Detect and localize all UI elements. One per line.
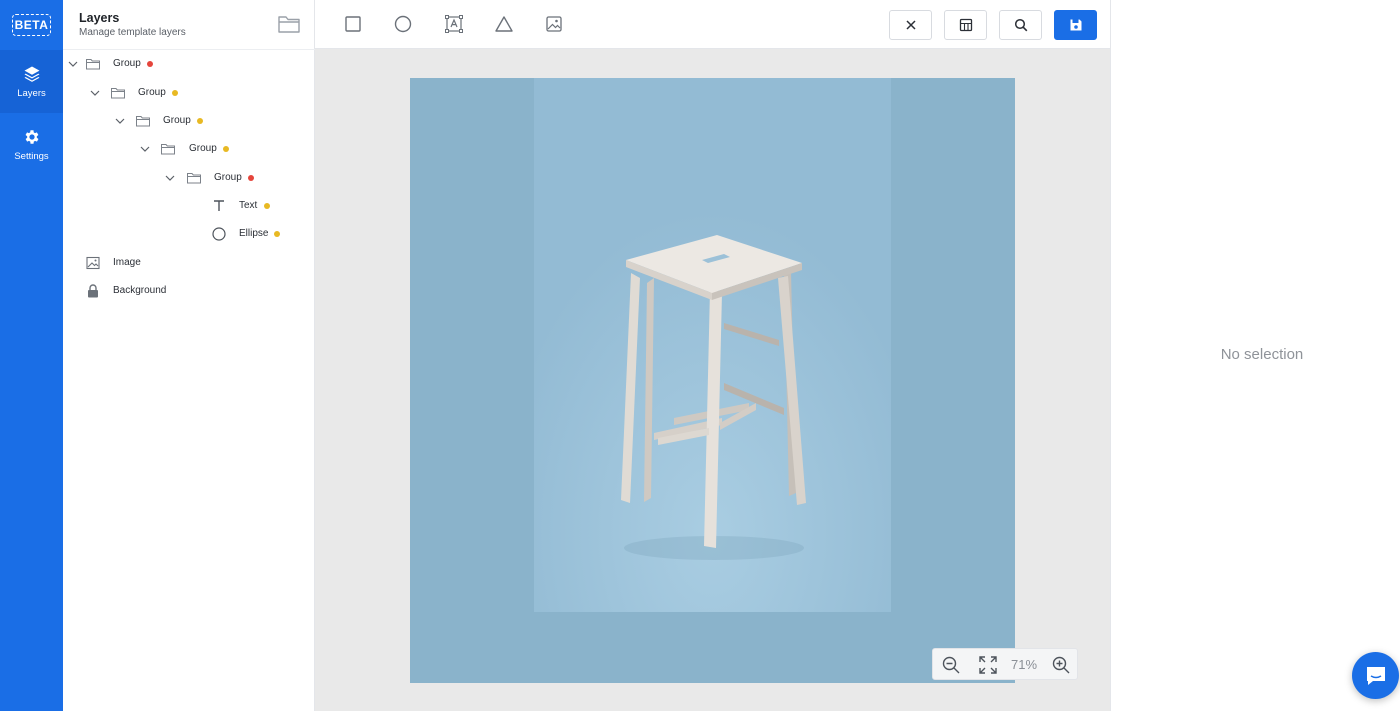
chevron-down-icon[interactable] <box>139 143 151 155</box>
folder-icon <box>161 144 175 155</box>
layer-status-dot <box>274 231 280 237</box>
ellipse-icon <box>212 227 226 241</box>
close-button[interactable] <box>889 10 932 40</box>
chevron-down-icon[interactable] <box>67 58 79 70</box>
stool-photo[interactable] <box>534 78 891 612</box>
layer-status-dot <box>223 146 229 152</box>
zoom-controls: 71% <box>932 648 1078 680</box>
layer-status-dot <box>147 61 153 67</box>
rectangle-tool[interactable] <box>341 12 365 36</box>
open-folder-icon[interactable] <box>277 13 301 35</box>
layer-status-dot <box>172 90 178 96</box>
search-button[interactable] <box>999 10 1042 40</box>
image-icon <box>86 256 100 270</box>
close-icon <box>905 20 916 30</box>
save-icon <box>1070 19 1081 31</box>
folder-icon <box>86 59 100 70</box>
nav-item-layers[interactable]: Layers <box>0 50 63 113</box>
layer-name: Background <box>113 285 167 296</box>
triangle-tool-icon <box>495 16 513 32</box>
layer-row-image[interactable]: Image <box>63 249 315 277</box>
image-tool-icon <box>546 16 562 32</box>
layer-name: Image <box>113 257 141 268</box>
chevron-down-icon[interactable] <box>164 172 176 184</box>
artboard[interactable] <box>410 78 1015 683</box>
ellipse-tool[interactable] <box>391 12 415 36</box>
layer-row-group[interactable]: Group <box>63 79 315 107</box>
layer-row-group[interactable]: Group <box>63 164 315 192</box>
table-icon <box>959 18 972 32</box>
layer-name: Ellipse <box>239 228 269 239</box>
zoom-out-icon[interactable] <box>941 655 961 675</box>
canvas-toolbar <box>315 0 1110 49</box>
folder-icon <box>136 116 150 127</box>
no-selection-message: No selection <box>1220 346 1304 363</box>
layer-row-group[interactable]: Group <box>63 107 315 135</box>
zoom-level: 71% <box>1011 657 1038 672</box>
layer-name: Group <box>189 143 217 154</box>
panel-title: Layers <box>79 11 120 25</box>
layers-panel: Layers Manage template layers Group Grou… <box>63 0 315 711</box>
properties-panel: No selection <box>1110 0 1400 711</box>
layer-name: Group <box>214 172 242 183</box>
chevron-down-icon[interactable] <box>114 115 126 127</box>
stool-illustration <box>534 78 891 612</box>
layer-status-dot <box>264 203 270 209</box>
layer-name: Group <box>113 58 141 69</box>
layer-name: Group <box>163 115 191 126</box>
layer-row-group[interactable]: Group <box>63 50 315 78</box>
layer-status-dot <box>248 175 254 181</box>
folder-icon <box>187 173 201 184</box>
layer-row-ellipse[interactable]: Ellipse <box>63 220 315 248</box>
lock-icon <box>88 284 98 298</box>
layer-name: Group <box>138 87 166 98</box>
chat-launcher-button[interactable] <box>1352 652 1399 699</box>
nav-item-label: Layers <box>17 87 46 99</box>
layer-row-background[interactable]: Background <box>63 277 315 305</box>
ellipse-tool-icon <box>394 15 412 33</box>
layers-icon <box>24 66 39 82</box>
left-rail: BETA Layers Settings <box>0 0 63 711</box>
triangle-tool[interactable] <box>492 12 516 36</box>
table-button[interactable] <box>944 10 987 40</box>
beta-badge: BETA <box>12 14 51 36</box>
nav-item-settings[interactable]: Settings <box>0 113 63 176</box>
save-button[interactable] <box>1054 10 1097 40</box>
canvas-area: 71% <box>315 0 1110 711</box>
panel-subtitle: Manage template layers <box>79 27 186 38</box>
rectangle-tool-icon <box>345 16 361 32</box>
layers-panel-header: Layers Manage template layers <box>63 0 315 50</box>
text-icon <box>214 200 224 211</box>
gear-icon <box>25 129 38 144</box>
zoom-in-icon[interactable] <box>1051 655 1071 675</box>
layer-name: Text <box>239 200 258 211</box>
search-icon <box>1014 18 1027 32</box>
fit-screen-icon[interactable] <box>978 655 998 675</box>
chat-icon <box>1366 666 1385 685</box>
text-tool-icon <box>445 15 463 33</box>
image-tool[interactable] <box>542 12 566 36</box>
nav-item-label: Settings <box>14 150 49 162</box>
layer-row-text[interactable]: Text <box>63 192 315 220</box>
text-tool[interactable] <box>442 12 466 36</box>
layer-status-dot <box>197 118 203 124</box>
layer-row-group[interactable]: Group <box>63 135 315 163</box>
folder-icon <box>111 88 125 99</box>
chevron-down-icon[interactable] <box>89 87 101 99</box>
